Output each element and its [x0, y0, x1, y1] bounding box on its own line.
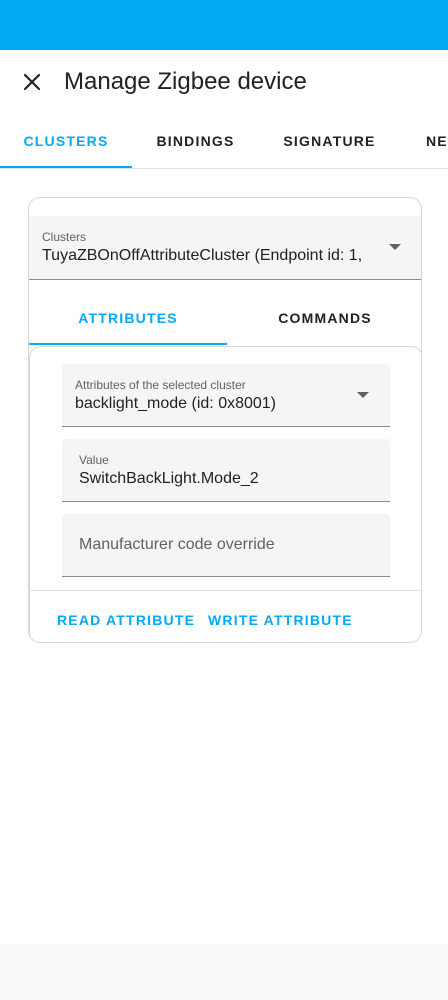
manufacturer-code-field[interactable]: Manufacturer code override	[62, 514, 390, 577]
tab-neighbors[interactable]: NE	[426, 114, 448, 168]
value-field-value: SwitchBackLight.Mode_2	[79, 470, 259, 487]
close-button[interactable]	[16, 66, 48, 98]
actions-divider	[30, 590, 421, 591]
chevron-down-icon	[357, 392, 369, 398]
tab-signature[interactable]: SIGNATURE	[259, 114, 400, 168]
write-attribute-button[interactable]: WRITE ATTRIBUTE	[208, 602, 353, 638]
tab-bar: CLUSTERS BINDINGS SIGNATURE NE	[0, 114, 448, 169]
attribute-select-label: Attributes of the selected cluster	[75, 378, 246, 392]
attribute-select[interactable]: Attributes of the selected cluster backl…	[62, 364, 390, 427]
tab-attributes[interactable]: ATTRIBUTES	[29, 293, 227, 343]
value-field-label: Value	[79, 453, 109, 467]
dialog-header: Manage Zigbee device	[0, 50, 448, 114]
tab-clusters[interactable]: CLUSTERS	[0, 114, 132, 168]
attributes-card: Attributes of the selected cluster backl…	[29, 346, 421, 642]
tab-bindings[interactable]: BINDINGS	[132, 114, 259, 168]
chevron-down-icon	[389, 244, 401, 250]
tab-commands[interactable]: COMMANDS	[227, 293, 421, 343]
cluster-select-value: TuyaZBOnOffAttributeCluster (Endpoint id…	[42, 247, 363, 264]
active-subtab-indicator	[29, 343, 227, 345]
attribute-select-value: backlight_mode (id: 0x8001)	[75, 395, 277, 412]
manufacturer-code-placeholder: Manufacturer code override	[79, 536, 275, 553]
manage-device-dialog: Manage Zigbee device CLUSTERS BINDINGS S…	[0, 50, 448, 944]
active-tab-indicator	[0, 166, 132, 168]
value-field[interactable]: Value SwitchBackLight.Mode_2	[62, 439, 390, 502]
cluster-subtabs: ATTRIBUTES COMMANDS	[29, 293, 421, 345]
read-attribute-button[interactable]: READ ATTRIBUTE	[57, 602, 195, 638]
status-bar	[0, 0, 448, 50]
cluster-select[interactable]: Clusters TuyaZBOnOffAttributeCluster (En…	[29, 216, 421, 280]
page-title: Manage Zigbee device	[64, 68, 307, 95]
close-icon	[23, 73, 41, 91]
clusters-card: Clusters TuyaZBOnOffAttributeCluster (En…	[28, 197, 422, 643]
cluster-select-label: Clusters	[42, 230, 87, 244]
